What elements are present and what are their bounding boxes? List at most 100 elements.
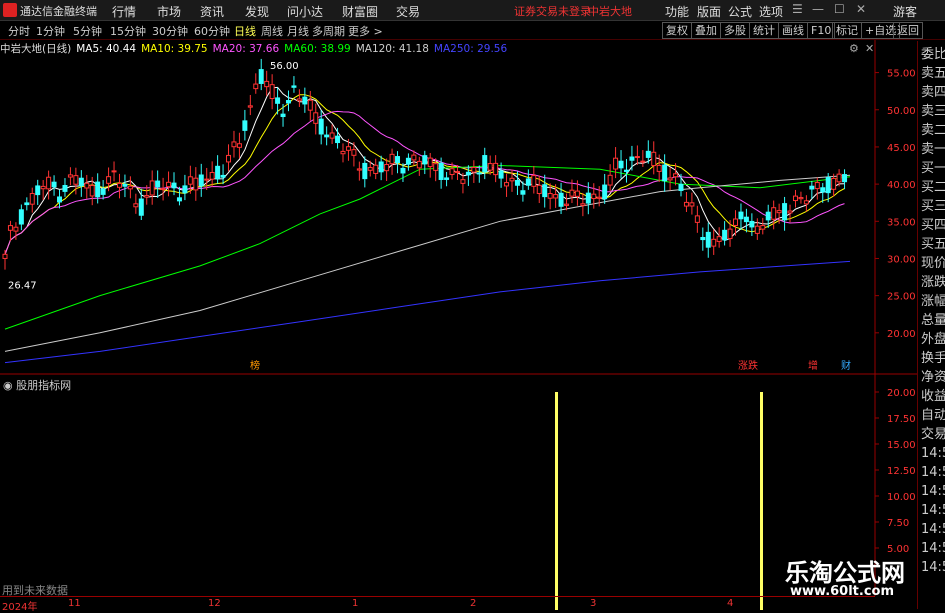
candlestick[interactable] bbox=[67, 167, 73, 186]
candlestick[interactable] bbox=[754, 218, 760, 240]
candlestick[interactable] bbox=[422, 150, 428, 175]
period-daily[interactable]: 日线 bbox=[234, 23, 256, 39]
event-marker[interactable]: 榜 bbox=[250, 359, 260, 372]
candlestick[interactable] bbox=[613, 147, 619, 179]
candlestick[interactable] bbox=[335, 127, 341, 149]
period-multi[interactable]: 多周期 bbox=[312, 23, 345, 39]
candlestick[interactable] bbox=[356, 161, 362, 181]
period-tick[interactable]: 分时 bbox=[8, 23, 30, 39]
candlestick[interactable] bbox=[340, 143, 346, 163]
candlestick[interactable] bbox=[803, 195, 809, 212]
candlestick[interactable] bbox=[264, 70, 270, 96]
menu-options[interactable]: 选项 bbox=[759, 3, 783, 20]
candlestick[interactable] bbox=[580, 192, 586, 217]
close-icon[interactable]: ✕ bbox=[856, 2, 866, 16]
candlestick[interactable] bbox=[242, 109, 248, 141]
draw-line-button[interactable]: 画线 bbox=[778, 22, 808, 39]
menu-layout[interactable]: 版面 bbox=[697, 3, 721, 20]
candlestick[interactable] bbox=[651, 141, 657, 175]
candlestick[interactable] bbox=[640, 150, 646, 167]
back-button[interactable]: 返回 bbox=[893, 22, 923, 39]
candlestick[interactable] bbox=[749, 213, 755, 236]
candlestick[interactable] bbox=[842, 169, 848, 190]
candlestick[interactable] bbox=[373, 158, 379, 180]
candlestick[interactable] bbox=[482, 147, 488, 180]
event-marker[interactable]: 涨跌 bbox=[738, 359, 758, 372]
login-status[interactable]: 证券交易未登录 bbox=[514, 3, 591, 19]
candlestick[interactable] bbox=[198, 163, 204, 197]
candlestick[interactable] bbox=[313, 103, 319, 135]
candlestick[interactable] bbox=[46, 170, 52, 200]
candlestick[interactable] bbox=[531, 165, 537, 194]
candlestick[interactable] bbox=[798, 191, 804, 204]
candlestick[interactable] bbox=[291, 76, 297, 93]
candlestick[interactable] bbox=[78, 170, 84, 197]
candlestick[interactable] bbox=[498, 162, 504, 188]
candlestick[interactable] bbox=[378, 155, 384, 181]
candlestick[interactable] bbox=[35, 179, 41, 205]
candlestick[interactable] bbox=[722, 221, 728, 246]
candlestick[interactable] bbox=[771, 200, 777, 230]
period-5min[interactable]: 5分钟 bbox=[73, 23, 102, 39]
candlestick[interactable] bbox=[149, 170, 155, 205]
maximize-icon[interactable]: ☐ bbox=[834, 2, 845, 16]
candlestick[interactable] bbox=[302, 87, 308, 113]
period-weekly[interactable]: 周线 bbox=[261, 23, 283, 39]
candlestick[interactable] bbox=[591, 183, 597, 209]
candlestick[interactable] bbox=[51, 175, 57, 196]
candlestick[interactable] bbox=[29, 187, 35, 213]
candlestick[interactable] bbox=[269, 74, 275, 110]
period-more[interactable]: 更多 > bbox=[348, 23, 383, 39]
candlestick[interactable] bbox=[700, 227, 706, 251]
candlestick[interactable] bbox=[127, 176, 133, 199]
candlestick[interactable] bbox=[362, 156, 368, 188]
period-30min[interactable]: 30分钟 bbox=[152, 23, 188, 39]
candlestick[interactable] bbox=[389, 148, 395, 175]
candlestick[interactable] bbox=[95, 173, 101, 204]
multi-stock-button[interactable]: 多股 bbox=[720, 22, 750, 39]
period-60min[interactable]: 60分钟 bbox=[194, 23, 230, 39]
period-1min[interactable]: 1分钟 bbox=[36, 23, 65, 39]
candlestick[interactable] bbox=[787, 204, 793, 223]
event-marker[interactable]: 财 bbox=[841, 359, 851, 372]
candlestick[interactable] bbox=[324, 126, 330, 146]
candlestick[interactable] bbox=[634, 145, 640, 165]
candlestick[interactable] bbox=[24, 197, 30, 211]
side-panel-item[interactable]: 交易 bbox=[921, 425, 945, 444]
candlestick[interactable] bbox=[416, 156, 422, 176]
candlestick[interactable] bbox=[623, 159, 629, 183]
candlestick[interactable] bbox=[160, 177, 166, 201]
candlestick[interactable] bbox=[253, 73, 259, 94]
candlestick[interactable] bbox=[727, 220, 733, 247]
candlestick[interactable] bbox=[384, 158, 390, 181]
candlestick[interactable] bbox=[329, 124, 335, 144]
candlestick[interactable] bbox=[629, 145, 635, 171]
candlestick[interactable] bbox=[689, 192, 695, 215]
candlestick[interactable] bbox=[607, 164, 613, 192]
candlestick[interactable] bbox=[100, 180, 106, 200]
candlestick[interactable] bbox=[182, 174, 188, 201]
candlestick[interactable] bbox=[564, 193, 570, 211]
candlestick[interactable] bbox=[667, 167, 673, 191]
candlestick[interactable] bbox=[662, 154, 668, 192]
candlestick[interactable] bbox=[705, 222, 711, 258]
candlestick[interactable] bbox=[122, 174, 128, 198]
kline-chart[interactable]: 55.00 50.00 45.00 40.00 35.00 30.00 25.00 20.00… bbox=[0, 40, 917, 610]
user-label[interactable]: 游客 bbox=[893, 3, 917, 20]
candlestick[interactable] bbox=[296, 89, 302, 107]
candlestick[interactable] bbox=[133, 193, 139, 214]
menu-news[interactable]: 资讯 bbox=[200, 3, 224, 20]
menu-icon[interactable]: ☰ bbox=[792, 2, 803, 16]
statistics-button[interactable]: 统计 bbox=[749, 22, 779, 39]
candlestick[interactable] bbox=[236, 132, 242, 159]
candlestick[interactable] bbox=[226, 144, 232, 172]
menu-wealth[interactable]: 财富圈 bbox=[342, 3, 378, 20]
side-panel-item[interactable]: 自动 bbox=[921, 406, 945, 425]
menu-market[interactable]: 市场 bbox=[157, 3, 181, 20]
candlestick[interactable] bbox=[792, 189, 798, 208]
menu-function[interactable]: 功能 bbox=[665, 3, 689, 20]
candlestick[interactable] bbox=[694, 205, 700, 233]
candlestick[interactable] bbox=[395, 151, 401, 174]
candlestick[interactable] bbox=[760, 217, 766, 235]
candlestick[interactable] bbox=[18, 204, 24, 231]
